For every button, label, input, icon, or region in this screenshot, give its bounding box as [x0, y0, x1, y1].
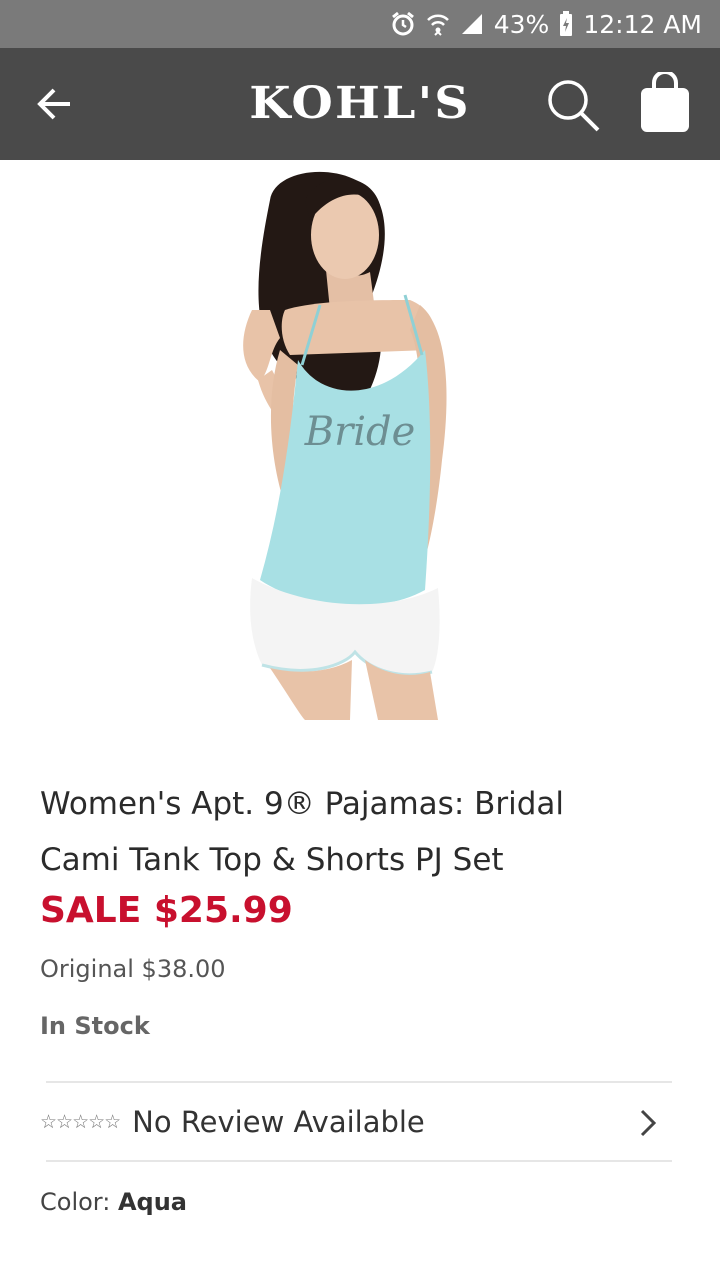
product-title: Women's Apt. 9® Pajamas: Bridal Cami Tan… — [40, 776, 680, 888]
divider — [46, 1081, 672, 1083]
sale-price: SALE $25.99 — [40, 890, 293, 931]
color-label: Color: — [40, 1188, 111, 1216]
chevron-right-icon — [640, 1109, 657, 1137]
color-value: Aqua — [117, 1188, 188, 1216]
reviews-row[interactable]: ☆☆☆☆☆ No Review Available — [40, 1084, 672, 1160]
rating-stars-icon: ☆☆☆☆☆ — [40, 1111, 121, 1133]
search-button[interactable] — [544, 76, 602, 134]
search-icon — [548, 80, 600, 132]
product-title-line-1: Women's Apt. 9® Pajamas: Bridal — [40, 786, 565, 822]
clock: 12:12 AM — [583, 9, 702, 39]
app-bar: KOHL'S — [0, 48, 720, 160]
wifi-icon — [426, 11, 450, 37]
product-image[interactable]: Bride — [120, 160, 600, 720]
kohls-logo[interactable]: KOHL'S — [228, 76, 492, 132]
back-button[interactable] — [30, 82, 78, 126]
status-bar: 43% 12:12 AM — [0, 0, 720, 48]
review-text: No Review Available — [132, 1105, 425, 1139]
shopping-bag-icon — [641, 70, 689, 132]
shopping-bag-button[interactable] — [638, 70, 692, 134]
battery-percent: 43% — [493, 9, 550, 39]
back-arrow-icon — [37, 88, 70, 120]
divider — [46, 1160, 672, 1162]
battery-icon — [559, 11, 573, 37]
alarm-icon — [390, 11, 416, 37]
product-photo: Bride — [243, 171, 447, 720]
original-price: Original $38.00 — [40, 955, 226, 983]
stock-status: In Stock — [40, 1012, 150, 1040]
color-selection: Color: Aqua — [40, 1188, 187, 1216]
bride-text: Bride — [304, 409, 416, 455]
signal-icon — [460, 12, 484, 36]
product-title-line-2: Cami Tank Top & Shorts PJ Set — [40, 842, 504, 878]
